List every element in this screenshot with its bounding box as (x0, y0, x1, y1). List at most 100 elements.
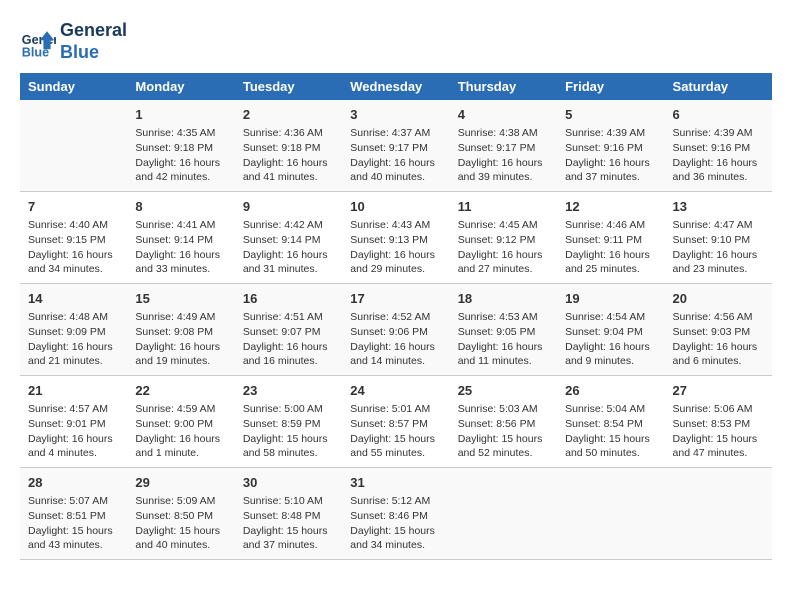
day-number: 18 (458, 290, 549, 308)
calendar-day-cell: 19Sunrise: 4:54 AM Sunset: 9:04 PM Dayli… (557, 284, 664, 376)
calendar-day-cell: 31 Sunrise: 5:12 AM Sunset: 8:46 PM Dayli… (342, 467, 449, 559)
calendar-day-cell: 14 Sunrise: 4:48 AM Sunset: 9:09 PM Dayli… (20, 284, 127, 376)
weekday-header-cell: Friday (557, 73, 664, 100)
calendar-day-cell: 8Sunrise: 4:41 AM Sunset: 9:14 PM Daylig… (127, 192, 234, 284)
day-number: 30 (243, 474, 334, 492)
calendar-day-cell: 2 Sunrise: 4:36 AM Sunset: 9:18 PM Daylig… (235, 100, 342, 191)
day-number: 15 (135, 290, 226, 308)
weekday-header-cell: Sunday (20, 73, 127, 100)
day-number: 13 (673, 198, 764, 216)
logo-text-line1: General (60, 20, 127, 42)
calendar-day-cell (450, 467, 557, 559)
calendar-day-cell: 26 Sunrise: 5:04 AM Sunset: 8:54 PM Dayli… (557, 376, 664, 468)
day-info: Sunrise: 4:56 AM Sunset: 9:03 PM Dayligh… (673, 310, 764, 369)
day-number: 10 (350, 198, 441, 216)
day-number: 25 (458, 382, 549, 400)
calendar-day-cell: 21Sunrise: 4:57 AM Sunset: 9:01 PM Dayli… (20, 376, 127, 468)
calendar-day-cell: 25 Sunrise: 5:03 AM Sunset: 8:56 PM Dayli… (450, 376, 557, 468)
calendar-day-cell: 29Sunrise: 5:09 AM Sunset: 8:50 PM Dayli… (127, 467, 234, 559)
weekday-header-row: SundayMondayTuesdayWednesdayThursdayFrid… (20, 73, 772, 100)
day-info: Sunrise: 4:54 AM Sunset: 9:04 PM Dayligh… (565, 310, 656, 369)
day-info: Sunrise: 5:00 AM Sunset: 8:59 PM Dayligh… (243, 402, 334, 461)
calendar-week-row: 28Sunrise: 5:07 AM Sunset: 8:51 PM Dayli… (20, 467, 772, 559)
calendar-day-cell: 17 Sunrise: 4:52 AM Sunset: 9:06 PM Dayli… (342, 284, 449, 376)
day-number: 17 (350, 290, 441, 308)
calendar-day-cell: 5Sunrise: 4:39 AM Sunset: 9:16 PM Daylig… (557, 100, 664, 191)
calendar-day-cell (557, 467, 664, 559)
day-info: Sunrise: 4:47 AM Sunset: 9:10 PM Dayligh… (673, 218, 764, 277)
day-info: Sunrise: 5:04 AM Sunset: 8:54 PM Dayligh… (565, 402, 656, 461)
calendar-day-cell: 3Sunrise: 4:37 AM Sunset: 9:17 PM Daylig… (342, 100, 449, 191)
day-number: 14 (28, 290, 119, 308)
day-info: Sunrise: 4:39 AM Sunset: 9:16 PM Dayligh… (565, 126, 656, 185)
calendar-day-cell: 9 Sunrise: 4:42 AM Sunset: 9:14 PM Daylig… (235, 192, 342, 284)
calendar-day-cell: 23 Sunrise: 5:00 AM Sunset: 8:59 PM Dayli… (235, 376, 342, 468)
calendar-table: SundayMondayTuesdayWednesdayThursdayFrid… (20, 73, 772, 560)
calendar-day-cell: 6 Sunrise: 4:39 AM Sunset: 9:16 PM Daylig… (665, 100, 772, 191)
logo: General Blue General Blue (20, 20, 127, 63)
day-number: 27 (673, 382, 764, 400)
day-info: Sunrise: 4:42 AM Sunset: 9:14 PM Dayligh… (243, 218, 334, 277)
day-info: Sunrise: 4:38 AM Sunset: 9:17 PM Dayligh… (458, 126, 549, 185)
calendar-day-cell: 4 Sunrise: 4:38 AM Sunset: 9:17 PM Daylig… (450, 100, 557, 191)
day-info: Sunrise: 5:03 AM Sunset: 8:56 PM Dayligh… (458, 402, 549, 461)
day-info: Sunrise: 5:01 AM Sunset: 8:57 PM Dayligh… (350, 402, 441, 461)
day-info: Sunrise: 4:35 AM Sunset: 9:18 PM Dayligh… (135, 126, 226, 185)
calendar-day-cell: 7 Sunrise: 4:40 AM Sunset: 9:15 PM Daylig… (20, 192, 127, 284)
day-info: Sunrise: 4:53 AM Sunset: 9:05 PM Dayligh… (458, 310, 549, 369)
day-info: Sunrise: 4:36 AM Sunset: 9:18 PM Dayligh… (243, 126, 334, 185)
day-number: 1 (135, 106, 226, 124)
day-number: 12 (565, 198, 656, 216)
day-number: 22 (135, 382, 226, 400)
calendar-day-cell: 18 Sunrise: 4:53 AM Sunset: 9:05 PM Dayli… (450, 284, 557, 376)
calendar-day-cell: 16Sunrise: 4:51 AM Sunset: 9:07 PM Dayli… (235, 284, 342, 376)
day-info: Sunrise: 5:10 AM Sunset: 8:48 PM Dayligh… (243, 494, 334, 553)
weekday-header-cell: Monday (127, 73, 234, 100)
calendar-day-cell: 20 Sunrise: 4:56 AM Sunset: 9:03 PM Dayli… (665, 284, 772, 376)
calendar-day-cell: 15 Sunrise: 4:49 AM Sunset: 9:08 PM Dayli… (127, 284, 234, 376)
day-info: Sunrise: 4:39 AM Sunset: 9:16 PM Dayligh… (673, 126, 764, 185)
day-number: 7 (28, 198, 119, 216)
day-info: Sunrise: 4:48 AM Sunset: 9:09 PM Dayligh… (28, 310, 119, 369)
day-number: 9 (243, 198, 334, 216)
calendar-day-cell: 22Sunrise: 4:59 AM Sunset: 9:00 PM Dayli… (127, 376, 234, 468)
weekday-header-cell: Thursday (450, 73, 557, 100)
day-number: 2 (243, 106, 334, 124)
calendar-day-cell (20, 100, 127, 191)
header: General Blue General Blue (20, 20, 772, 63)
calendar-week-row: 14 Sunrise: 4:48 AM Sunset: 9:09 PM Dayli… (20, 284, 772, 376)
calendar-day-cell (665, 467, 772, 559)
calendar-day-cell: 11 Sunrise: 4:45 AM Sunset: 9:12 PM Dayli… (450, 192, 557, 284)
day-info: Sunrise: 4:51 AM Sunset: 9:07 PM Dayligh… (243, 310, 334, 369)
weekday-header-cell: Tuesday (235, 73, 342, 100)
calendar-day-cell: 24 Sunrise: 5:01 AM Sunset: 8:57 PM Dayli… (342, 376, 449, 468)
logo-icon: General Blue (20, 24, 56, 60)
calendar-week-row: 1 Sunrise: 4:35 AM Sunset: 9:18 PM Daylig… (20, 100, 772, 191)
day-number: 26 (565, 382, 656, 400)
day-number: 6 (673, 106, 764, 124)
day-info: Sunrise: 4:45 AM Sunset: 9:12 PM Dayligh… (458, 218, 549, 277)
day-info: Sunrise: 4:46 AM Sunset: 9:11 PM Dayligh… (565, 218, 656, 277)
day-info: Sunrise: 4:49 AM Sunset: 9:08 PM Dayligh… (135, 310, 226, 369)
calendar-day-cell: 10 Sunrise: 4:43 AM Sunset: 9:13 PM Dayli… (342, 192, 449, 284)
calendar-day-cell: 30 Sunrise: 5:10 AM Sunset: 8:48 PM Dayli… (235, 467, 342, 559)
day-number: 11 (458, 198, 549, 216)
day-number: 31 (350, 474, 441, 492)
day-info: Sunrise: 4:57 AM Sunset: 9:01 PM Dayligh… (28, 402, 119, 461)
day-number: 28 (28, 474, 119, 492)
calendar-week-row: 21Sunrise: 4:57 AM Sunset: 9:01 PM Dayli… (20, 376, 772, 468)
day-info: Sunrise: 4:41 AM Sunset: 9:14 PM Dayligh… (135, 218, 226, 277)
calendar-day-cell: 27Sunrise: 5:06 AM Sunset: 8:53 PM Dayli… (665, 376, 772, 468)
day-info: Sunrise: 4:52 AM Sunset: 9:06 PM Dayligh… (350, 310, 441, 369)
calendar-day-cell: 13 Sunrise: 4:47 AM Sunset: 9:10 PM Dayli… (665, 192, 772, 284)
calendar-day-cell: 28Sunrise: 5:07 AM Sunset: 8:51 PM Dayli… (20, 467, 127, 559)
day-number: 20 (673, 290, 764, 308)
calendar-day-cell: 1 Sunrise: 4:35 AM Sunset: 9:18 PM Daylig… (127, 100, 234, 191)
day-number: 23 (243, 382, 334, 400)
day-info: Sunrise: 4:40 AM Sunset: 9:15 PM Dayligh… (28, 218, 119, 277)
day-number: 24 (350, 382, 441, 400)
day-number: 4 (458, 106, 549, 124)
day-info: Sunrise: 5:12 AM Sunset: 8:46 PM Dayligh… (350, 494, 441, 553)
day-info: Sunrise: 4:43 AM Sunset: 9:13 PM Dayligh… (350, 218, 441, 277)
calendar-week-row: 7 Sunrise: 4:40 AM Sunset: 9:15 PM Daylig… (20, 192, 772, 284)
